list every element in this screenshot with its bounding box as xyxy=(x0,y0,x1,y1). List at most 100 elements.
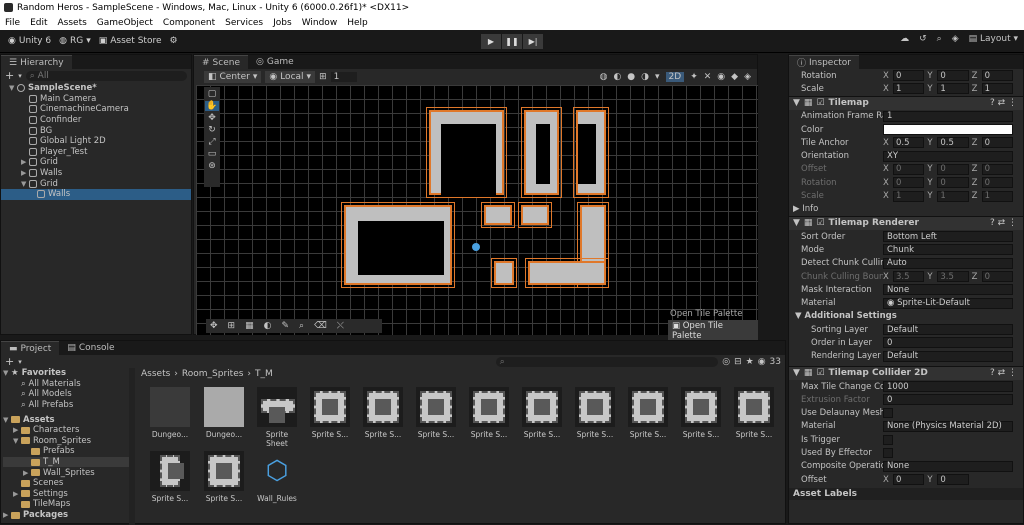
additional-settings-foldout[interactable]: ▼ Additional Settings xyxy=(789,310,1023,323)
physics-material-field[interactable]: None (Physics Material 2D) xyxy=(883,420,1013,432)
rect-tool-icon[interactable]: ▭ xyxy=(208,149,217,159)
pause-button[interactable]: ❚❚ xyxy=(502,34,522,49)
composite-dropdown[interactable]: None xyxy=(883,460,1013,472)
snap-increment-input[interactable]: 1 xyxy=(330,72,357,82)
asset-item[interactable]: Sprite S... xyxy=(466,387,512,439)
asset-item[interactable]: Sprite S... xyxy=(731,387,777,439)
account-dropdown[interactable]: ◍ RG ▾ xyxy=(59,36,91,46)
project-search-input[interactable]: ⌕ xyxy=(495,356,719,367)
folder-item[interactable]: ▶ Characters xyxy=(3,425,129,436)
material-field[interactable]: ◉ Sprite-Lit-Default xyxy=(883,297,1013,309)
menu-gameobject[interactable]: GameObject xyxy=(92,18,158,28)
tree-item[interactable]: BG xyxy=(9,125,191,136)
folder-item[interactable]: Scenes xyxy=(3,478,129,489)
source-control-button[interactable]: ⚙ xyxy=(169,36,177,46)
asset-item[interactable]: Sprite S... xyxy=(572,387,618,439)
scene-viewport[interactable]: ▢ ✋ ✥ ↻ ⤢ ▭ ⊛ ✥ ⊞ ▦ ◐ ✎ ⌕ ⌫ ⤬ Open Tile … xyxy=(196,85,758,342)
mask-interaction-dropdown[interactable]: None xyxy=(883,284,1013,296)
tree-item[interactable]: Global Light 2D xyxy=(9,136,191,147)
filter-type-icon[interactable]: ◎ xyxy=(722,357,730,367)
player-gizmo-icon[interactable] xyxy=(472,243,480,251)
search-icon[interactable]: ⌕ xyxy=(937,34,942,44)
asset-item[interactable]: Sprite S... xyxy=(147,451,193,503)
2d-toggle[interactable]: 2D xyxy=(665,72,685,82)
draw-mode-icon[interactable]: ▾ xyxy=(655,72,660,82)
sort-order-dropdown[interactable]: Bottom Left xyxy=(883,231,1013,243)
unity-button[interactable]: ◉ Unity 6 xyxy=(8,36,51,46)
breadcrumb-item[interactable]: Room_Sprites xyxy=(182,369,244,379)
z-field[interactable]: 0 xyxy=(981,70,1013,82)
trigger-checkbox[interactable] xyxy=(883,434,893,445)
asset-item[interactable]: Sprite S... xyxy=(307,387,353,439)
tree-item[interactable]: ▶ Grid xyxy=(9,157,191,168)
enabled-checkbox[interactable]: ☑ xyxy=(816,98,824,108)
mode-dropdown[interactable]: Chunk xyxy=(883,244,1013,256)
folder-item[interactable]: ▼ Room_Sprites xyxy=(3,436,129,447)
tree-item[interactable]: Confinder xyxy=(9,115,191,126)
x-field[interactable]: 0.5 xyxy=(893,137,925,149)
menu-component[interactable]: Component xyxy=(158,18,220,28)
orientation-dropdown[interactable]: XY xyxy=(883,150,1013,162)
menu-edit[interactable]: Edit xyxy=(25,18,52,28)
tree-scene[interactable]: ▼ SampleScene* xyxy=(9,83,191,94)
renderer-component-header[interactable]: ▼ ▦ ☑ Tilemap Renderer ? ⇄ ⋮ xyxy=(789,215,1023,230)
tree-scrollbar[interactable] xyxy=(129,368,135,525)
component-menu-icon[interactable]: ? ⇄ ⋮ xyxy=(990,218,1017,228)
asset-labels-header[interactable]: Asset Labels xyxy=(789,488,1023,501)
eraser-icon[interactable]: ⌫ xyxy=(314,321,327,331)
asset-store-button[interactable]: ▣ Asset Store xyxy=(99,36,162,46)
tree-item[interactable]: Main Camera xyxy=(9,94,191,105)
component-menu-icon[interactable]: ? ⇄ ⋮ xyxy=(990,98,1017,108)
wireframe-icon[interactable]: ◐ xyxy=(613,72,621,82)
asset-item[interactable]: Sprite S... xyxy=(201,451,247,503)
sky-icon[interactable]: ◑ xyxy=(641,72,649,82)
menu-services[interactable]: Services xyxy=(220,18,268,28)
z-field[interactable]: 1 xyxy=(981,83,1013,95)
tab-hierarchy[interactable]: ☰ Hierarchy xyxy=(1,55,72,69)
y-field[interactable]: 0.5 xyxy=(937,137,969,149)
menu-assets[interactable]: Assets xyxy=(53,18,92,28)
enabled-checkbox[interactable]: ☑ xyxy=(816,368,824,378)
menu-window[interactable]: Window xyxy=(297,18,343,28)
favorites-foldout[interactable]: ▼ ★ Favorites xyxy=(3,368,129,379)
folder-item[interactable]: ▶ Settings xyxy=(3,489,129,500)
assets-foldout[interactable]: ▼ Assets xyxy=(3,414,129,425)
rotate-tool-icon[interactable]: ↻ xyxy=(208,125,216,135)
breadcrumb-item[interactable]: Assets xyxy=(141,369,170,379)
menu-jobs[interactable]: Jobs xyxy=(268,18,297,28)
tree-item[interactable]: ▶ Walls xyxy=(9,168,191,179)
color-swatch[interactable] xyxy=(883,124,1013,136)
asset-item[interactable]: Sprite S... xyxy=(360,387,406,439)
move-icon[interactable]: ⊞ xyxy=(228,321,236,331)
sorting-layer-dropdown[interactable]: Default xyxy=(883,324,1013,336)
fill-icon[interactable]: ⤬ xyxy=(337,321,344,331)
add-icon[interactable]: + xyxy=(5,69,14,82)
enabled-checkbox[interactable]: ☑ xyxy=(816,218,824,228)
tab-inspector[interactable]: ⓘ Inspector xyxy=(789,55,859,69)
picker-icon[interactable]: ✎ xyxy=(281,321,289,331)
audio-icon[interactable]: ✦ xyxy=(690,72,698,82)
asset-item[interactable]: ⬡ Wall_Rules xyxy=(254,451,300,503)
scale-tool-icon[interactable]: ⤢ xyxy=(208,137,215,147)
y-field[interactable]: 1 xyxy=(937,83,969,95)
shading-icon[interactable]: ◍ xyxy=(600,72,608,82)
favorite-item[interactable]: ⌕ All Models xyxy=(3,389,129,400)
tree-item[interactable]: CinemachineCamera xyxy=(9,104,191,115)
tab-project[interactable]: ▬ Project xyxy=(1,341,60,355)
layout-dropdown[interactable]: ▤ Layout ▾ xyxy=(969,34,1018,44)
favorite-item[interactable]: ⌕ All Prefabs xyxy=(3,400,129,411)
folder-item[interactable]: TileMaps xyxy=(3,499,129,510)
space-dropdown[interactable]: ◉ Local ▾ xyxy=(265,71,316,83)
info-foldout[interactable]: ▶ Info xyxy=(789,203,1023,216)
tree-item[interactable]: ▼ Grid xyxy=(9,178,191,189)
move-tool-icon[interactable]: ✥ xyxy=(208,113,216,123)
y-field[interactable]: 0 xyxy=(937,70,969,82)
transform-tool-icon[interactable]: ⊛ xyxy=(208,161,216,171)
rendering-layer-dropdown[interactable]: Default xyxy=(883,350,1013,362)
fx-icon[interactable]: ✕ xyxy=(704,72,712,82)
menu-file[interactable]: File xyxy=(0,18,25,28)
zoom-icon[interactable]: ⌕ xyxy=(299,321,304,331)
layers-icon[interactable]: ◈ xyxy=(952,34,959,44)
breadcrumb-item[interactable]: T_M xyxy=(255,369,273,379)
box-fill-icon[interactable]: ◐ xyxy=(264,321,272,331)
